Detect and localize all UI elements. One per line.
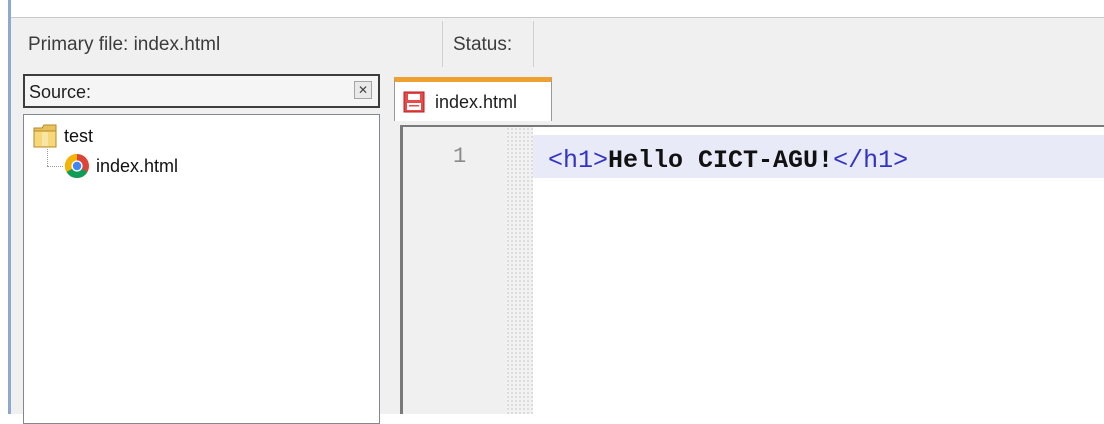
code-editor[interactable]: 1 <h1>Hello CICT-AGU!</h1> <box>400 125 1104 414</box>
status-divider <box>442 21 443 67</box>
window-left-edge <box>0 0 7 414</box>
fold-margin <box>506 127 533 414</box>
main-area: Primary file: index.html Status: Source:… <box>11 18 1104 424</box>
tree-item-label: index.html <box>96 155 179 176</box>
file-status-bar: Primary file: index.html Status: <box>11 18 1104 70</box>
primary-file-label: Primary file: index.html <box>28 34 221 55</box>
editor-tab-strip: index.html <box>391 74 1104 121</box>
source-panel-title: Source: <box>29 82 92 102</box>
tree-item-index-html[interactable]: index.html <box>44 153 178 179</box>
code-line[interactable]: <h1>Hello CICT-AGU!</h1> <box>548 146 908 175</box>
tree-item-label: test <box>64 125 94 146</box>
code-text: Hello CICT-AGU! <box>608 146 834 175</box>
tree-item-test-folder[interactable]: test <box>32 122 93 150</box>
status-label: Status: <box>453 34 513 55</box>
current-line-highlight: <h1>Hello CICT-AGU!</h1> <box>533 135 1104 178</box>
line-number-gutter: 1 <box>403 127 506 414</box>
close-icon[interactable]: ✕ <box>354 81 372 99</box>
source-tree: test index.html <box>23 114 380 424</box>
code-tag-close: </h1> <box>833 146 909 175</box>
tab-index-html[interactable]: index.html <box>394 77 552 121</box>
status-divider-end <box>533 21 534 67</box>
tab-label: index.html <box>435 92 518 112</box>
code-tag-open: <h1> <box>548 146 609 175</box>
source-panel-header: Source: ✕ <box>23 74 380 108</box>
chrome-icon <box>64 154 89 179</box>
top-blank-area <box>11 0 1104 18</box>
folder-icon <box>33 124 57 148</box>
line-number: 1 <box>453 144 467 169</box>
html-file-icon <box>403 91 425 113</box>
